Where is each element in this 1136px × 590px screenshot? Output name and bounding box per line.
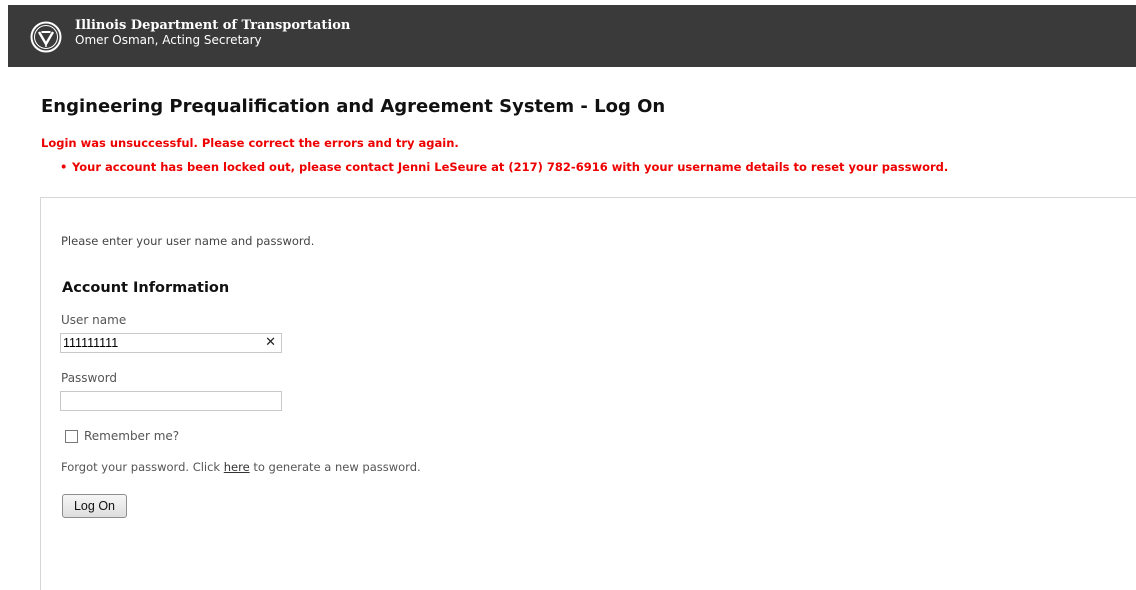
agency-name: Illinois Department of Transportation (75, 18, 351, 33)
username-value: 111111111 (63, 336, 119, 350)
forgot-password-link[interactable]: here (224, 460, 250, 474)
username-label: User name (61, 313, 127, 327)
page-title: Engineering Prequalification and Agreeme… (41, 96, 666, 117)
username-input[interactable]: 111111111 ✕ (60, 333, 282, 353)
secretary-name: Omer Osman, Acting Secretary (75, 33, 262, 47)
login-instructions: Please enter your user name and password… (61, 234, 315, 248)
idot-logo-icon (30, 21, 62, 53)
forgot-prefix: Forgot your password. Click (61, 460, 224, 474)
clear-icon[interactable]: ✕ (265, 334, 276, 352)
site-header: Illinois Department of Transportation Om… (8, 5, 1136, 67)
login-panel: Please enter your user name and password… (40, 197, 1136, 590)
validation-summary: Login was unsuccessful. Please correct t… (41, 136, 459, 150)
account-info-heading: Account Information (62, 280, 230, 296)
password-label: Password (61, 371, 118, 385)
password-input[interactable] (60, 391, 282, 411)
log-on-button[interactable]: Log On (62, 494, 127, 518)
forgot-password-text: Forgot your password. Click here to gene… (61, 460, 421, 474)
validation-error-item: Your account has been locked out, please… (60, 160, 948, 174)
validation-errors: Your account has been locked out, please… (60, 160, 948, 174)
remember-me-checkbox[interactable] (65, 430, 78, 443)
remember-me-label[interactable]: Remember me? (84, 429, 179, 443)
forgot-suffix: to generate a new password. (249, 460, 421, 474)
